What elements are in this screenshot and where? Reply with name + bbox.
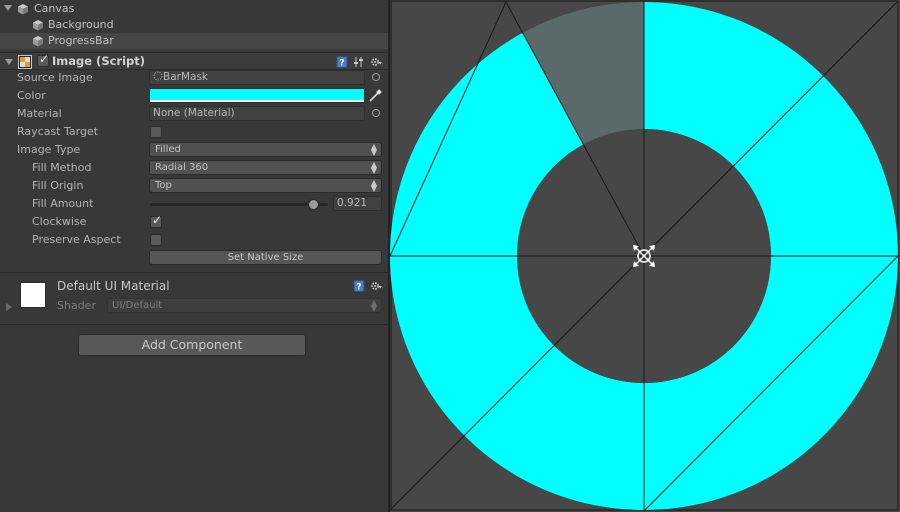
scene-view[interactable] [390, 0, 900, 512]
fill-amount-label: Fill Amount [32, 197, 94, 210]
source-image-value: BarMask [163, 71, 208, 83]
scene-canvas[interactable] [390, 0, 900, 512]
clockwise-row: Clockwise ✓ [0, 213, 388, 231]
preserve-aspect-row: Preserve Aspect [0, 231, 388, 249]
source-image-row: Source Image BarMask [0, 69, 388, 87]
gameobject-cube-icon [18, 4, 28, 15]
fill-method-label: Fill Method [32, 161, 92, 174]
alpha-bar [150, 100, 364, 102]
dropdown-arrows-icon: ▲ ▼ [370, 178, 377, 193]
gameobject-cube-icon [33, 36, 43, 47]
object-picker-icon[interactable] [372, 109, 380, 117]
set-native-size-button[interactable]: Set Native Size [149, 250, 382, 265]
source-image-label: Source Image [17, 71, 93, 84]
svg-text:?: ? [356, 283, 361, 293]
section-divider [0, 324, 388, 325]
add-component-button[interactable]: Add Component [78, 334, 306, 356]
fill-method-value: Radial 360 [155, 162, 209, 173]
fill-method-dropdown[interactable]: Radial 360 ▲ ▼ [149, 160, 382, 175]
hierarchy-item-label: Canvas [34, 2, 75, 15]
image-type-value: Filled [155, 144, 181, 155]
fill-origin-value: Top [155, 180, 172, 191]
fill-origin-label: Fill Origin [32, 179, 84, 192]
shader-dropdown[interactable]: UI/Default ▲ ▼ [107, 298, 382, 313]
preset-sliders-icon[interactable] [353, 56, 365, 68]
hierarchy-item-label: ProgressBar [48, 34, 114, 47]
image-component-header[interactable]: ✓ Image (Script) ? [0, 52, 388, 70]
fill-amount-slider-track[interactable] [150, 203, 328, 206]
material-preview-swatch[interactable] [20, 282, 46, 308]
image-type-label: Image Type [17, 143, 81, 156]
color-swatch[interactable] [149, 88, 365, 103]
object-picker-icon[interactable] [372, 73, 380, 81]
gear-icon[interactable] [370, 56, 382, 68]
material-foldout-icon[interactable] [6, 303, 12, 311]
image-type-dropdown[interactable]: Filled ▲ ▼ [149, 142, 382, 157]
checkmark-icon: ✓ [151, 213, 163, 227]
fill-amount-row: Fill Amount 0.921 [0, 195, 388, 213]
material-label: Material [17, 107, 62, 120]
foldout-arrow-icon[interactable] [4, 5, 12, 11]
sprite-dotted-circle-icon [153, 71, 163, 81]
fill-origin-dropdown[interactable]: Top ▲ ▼ [149, 178, 382, 193]
fill-amount-input[interactable]: 0.921 [333, 196, 382, 211]
image-type-row: Image Type Filled ▲ ▼ [0, 141, 388, 159]
preserve-aspect-checkbox[interactable] [150, 234, 162, 246]
shader-label: Shader [57, 299, 96, 312]
raycast-target-checkbox[interactable] [150, 126, 162, 138]
eyedropper-icon[interactable] [368, 89, 382, 103]
color-row: Color [0, 87, 388, 105]
fill-origin-row: Fill Origin Top ▲ ▼ [0, 177, 388, 195]
material-preview-section: Default UI Material Shader UI/Default ▲ ▼… [0, 273, 388, 321]
dropdown-arrows-icon: ▲ ▼ [370, 142, 377, 157]
component-enabled-checkbox[interactable]: ✓ [37, 52, 50, 67]
component-foldout-icon[interactable] [5, 59, 13, 65]
color-label: Color [17, 89, 46, 102]
hierarchy-item-progressbar[interactable]: ProgressBar [0, 33, 388, 49]
checkmark-icon: ✓ [38, 52, 50, 66]
shader-value: UI/Default [112, 300, 163, 311]
clockwise-checkbox[interactable]: ✓ [150, 213, 163, 228]
source-image-field[interactable]: BarMask [149, 70, 365, 85]
clockwise-label: Clockwise [32, 215, 87, 228]
gameobject-cube-icon [33, 20, 43, 31]
gear-icon[interactable] [370, 280, 382, 292]
fill-amount-slider-thumb[interactable] [308, 199, 320, 210]
inspector-panel: Canvas Background ProgressBar ✓ Image (S… [0, 0, 388, 512]
dropdown-arrows-icon: ▲ ▼ [370, 160, 377, 175]
dropdown-arrows-icon: ▲ ▼ [370, 298, 377, 313]
svg-text:?: ? [339, 59, 344, 69]
preserve-aspect-label: Preserve Aspect [32, 233, 121, 246]
material-field[interactable]: None (Material) [149, 106, 365, 121]
component-title: Image (Script) [52, 54, 146, 68]
hierarchy-item-canvas[interactable]: Canvas [0, 1, 388, 17]
image-component-icon [18, 55, 32, 69]
help-book-icon[interactable]: ? [336, 56, 348, 68]
hierarchy-item-background[interactable]: Background [0, 17, 388, 33]
material-row: Material None (Material) [0, 105, 388, 123]
hierarchy-item-label: Background [48, 18, 114, 31]
raycast-target-row: Raycast Target [0, 123, 388, 141]
help-book-icon[interactable]: ? [353, 280, 365, 292]
material-name: Default UI Material [57, 279, 170, 293]
raycast-target-label: Raycast Target [17, 125, 99, 138]
fill-method-row: Fill Method Radial 360 ▲ ▼ [0, 159, 388, 177]
